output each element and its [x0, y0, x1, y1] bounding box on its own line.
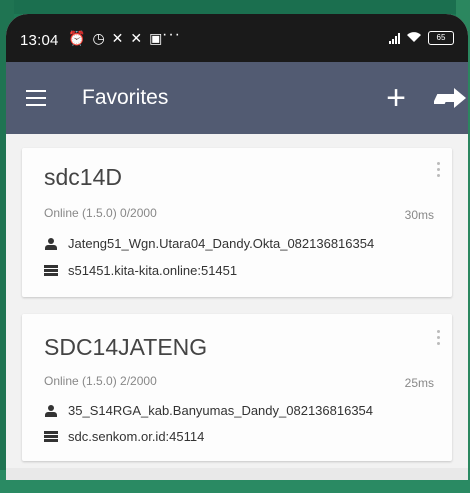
battery-icon: 65 [428, 31, 454, 45]
app-notification-icon: ✕ [111, 30, 124, 46]
status-time: 13:04 [20, 32, 59, 49]
server-status: Online (1.5.0) 2/2000 [44, 374, 157, 388]
more-vertical-icon[interactable] [432, 330, 444, 350]
server-card[interactable]: SDC14JATENG Online (1.5.0) 2/2000 25ms 3… [22, 314, 452, 461]
app-bar: Favorites + [6, 62, 468, 134]
server-address: s51451.kita-kita.online:51451 [68, 263, 238, 278]
server-owner-row: Jateng51_Wgn.Utara04_Dandy.Okta_08213681… [44, 236, 374, 251]
hamburger-icon[interactable] [26, 90, 46, 106]
server-card[interactable]: sdc14D Online (1.5.0) 0/2000 30ms Jateng… [22, 148, 452, 297]
server-icon [44, 264, 58, 277]
more-notifications-icon: ··· [162, 26, 181, 43]
person-icon [44, 237, 58, 250]
server-owner: 35_S14RGA_kab.Banyumas_Dandy_08213681635… [68, 403, 374, 418]
person-icon [44, 404, 58, 417]
page-title: Favorites [82, 86, 169, 109]
bag-icon: ▣ [149, 30, 163, 46]
list-bottom [6, 468, 468, 480]
server-address-row: sdc.senkom.or.id:45114 [44, 429, 204, 444]
notification-icons: ⏰ ◷ ✕ ✕ ▣ [68, 30, 162, 47]
add-server-button[interactable]: + [378, 80, 414, 116]
server-owner: Jateng51_Wgn.Utara04_Dandy.Okta_08213681… [68, 236, 375, 251]
server-address-row: s51451.kita-kita.online:51451 [44, 263, 237, 278]
phone-screen: 13:04 ⏰ ◷ ✕ ✕ ▣ ··· 65 Favorites + sdc14… [6, 14, 468, 480]
status-bar: 13:04 ⏰ ◷ ✕ ✕ ▣ ··· 65 [6, 14, 468, 62]
arrow-right-icon[interactable] [432, 84, 468, 112]
alarm-icon: ◷ [92, 30, 105, 46]
server-owner-row: 35_S14RGA_kab.Banyumas_Dandy_08213681635… [44, 403, 373, 418]
server-name: sdc14D [44, 164, 122, 190]
server-address: sdc.senkom.or.id:45114 [68, 429, 205, 444]
more-vertical-icon[interactable] [432, 162, 444, 182]
server-ping: 25ms [404, 376, 434, 390]
server-status: Online (1.5.0) 0/2000 [44, 206, 157, 220]
wifi-icon [406, 30, 422, 46]
app-notification-icon: ✕ [130, 30, 143, 46]
server-name: SDC14JATENG [44, 334, 208, 360]
alarm-off-icon: ⏰ [68, 30, 86, 46]
status-right: 65 [389, 30, 454, 46]
server-ping: 30ms [404, 208, 434, 222]
signal-icon [389, 32, 400, 44]
photo-frame-top [0, 0, 470, 14]
server-icon [44, 430, 58, 443]
